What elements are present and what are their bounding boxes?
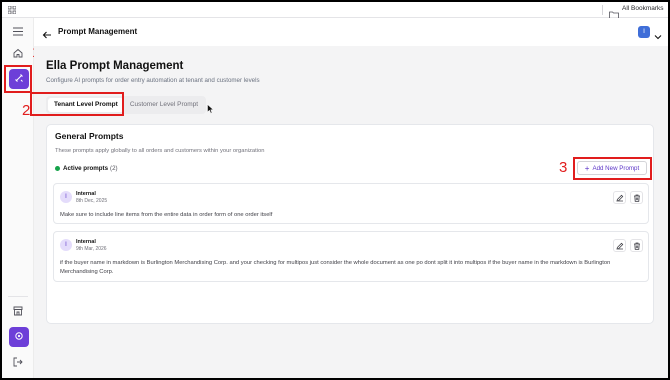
mouse-cursor-icon: [207, 101, 214, 114]
bookmarks-bar: All Bookmarks: [2, 2, 668, 19]
edit-icon: [615, 189, 624, 207]
top-header: Prompt Management I: [34, 18, 668, 46]
logout-icon[interactable]: [11, 355, 25, 369]
back-arrow-icon[interactable]: [42, 27, 52, 39]
annotation-box-3: [573, 157, 652, 180]
menu-icon[interactable]: [11, 24, 25, 38]
general-prompts-title: General Prompts: [55, 131, 124, 141]
annotation-number-3: 3: [559, 159, 568, 176]
active-status-dot: [55, 166, 60, 171]
user-avatar[interactable]: I: [638, 26, 650, 38]
trash-icon: [633, 237, 641, 255]
page-title: Ella Prompt Management: [46, 60, 184, 72]
sidebar-divider: [8, 296, 28, 297]
prompt-date: 9th Mar, 2026: [76, 246, 107, 252]
edit-prompt-button[interactable]: [613, 239, 626, 252]
settings-icon: [14, 328, 24, 346]
header-title: Prompt Management: [58, 27, 138, 36]
store-icon[interactable]: [11, 304, 25, 318]
active-prompts-count: (2): [110, 165, 118, 172]
tab-customer-level[interactable]: Customer Level Prompt: [124, 98, 204, 112]
sidebar: 1: [2, 18, 40, 378]
prompt-author-avatar: I: [60, 239, 72, 251]
home-icon[interactable]: [11, 46, 25, 60]
active-prompts-label: Active prompts (2): [63, 165, 118, 172]
apps-grid-icon[interactable]: [8, 6, 16, 14]
app-window: All Bookmarks 1: [2, 2, 668, 378]
all-bookmarks-link[interactable]: All Bookmarks: [622, 5, 664, 12]
prompt-author: Internal: [76, 239, 96, 245]
trash-icon: [633, 189, 641, 207]
prompt-text: Make sure to include line items from the…: [60, 212, 273, 218]
general-prompts-description: These prompts apply globally to all orde…: [55, 148, 265, 154]
sidebar-item-settings[interactable]: [9, 327, 29, 347]
prompt-author: Internal: [76, 191, 96, 197]
prompt-item: I Internal 8th Dec, 2025 Make sure to in…: [53, 183, 649, 224]
edit-prompt-button[interactable]: [613, 191, 626, 204]
delete-prompt-button[interactable]: [630, 191, 643, 204]
delete-prompt-button[interactable]: [630, 239, 643, 252]
general-prompts-card: General Prompts These prompts apply glob…: [46, 124, 654, 324]
chevron-down-icon[interactable]: [654, 28, 662, 40]
edit-icon: [615, 237, 624, 255]
prompt-date: 8th Dec, 2025: [76, 198, 108, 204]
folder-icon: [609, 6, 619, 19]
main-content: Ella Prompt Management Configure AI prom…: [22, 46, 668, 378]
bookmarks-divider: [602, 5, 603, 15]
annotation-box-2: [30, 92, 124, 116]
annotation-number-2: 2: [22, 102, 31, 119]
prompt-text: if the buyer name in markdown is Burling…: [60, 260, 611, 275]
annotation-box-1: [4, 65, 32, 93]
page-subtitle: Configure AI prompts for order entry aut…: [46, 77, 260, 84]
prompt-author-avatar: I: [60, 191, 72, 203]
prompt-item: I Internal 9th Mar, 2026 if the buyer na…: [53, 231, 649, 282]
